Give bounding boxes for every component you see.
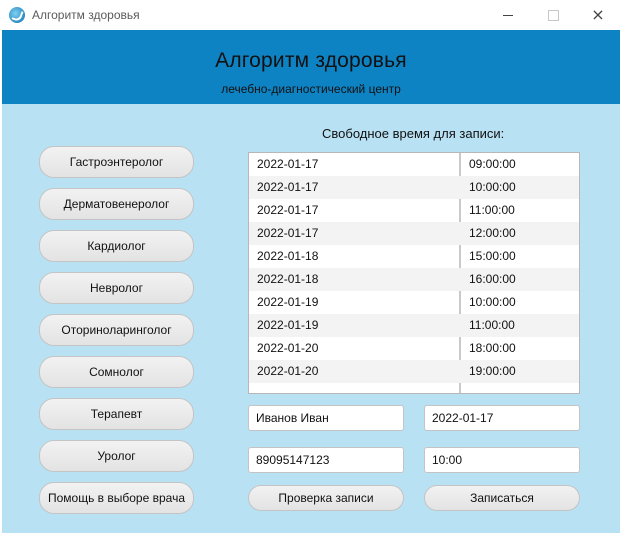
slot-time: 18:00:00 (469, 341, 516, 355)
slot-time: 11:00:00 (469, 318, 515, 332)
slot-date: 2022-01-18 (257, 272, 319, 286)
table-row[interactable]: 2022-01-19 10:00:00 (249, 291, 579, 314)
table-row[interactable]: 2022-01-18 16:00:00 (249, 268, 579, 291)
main-panel: Гастроэнтеролог Дерматовенеролог Кардиол… (2, 104, 620, 533)
close-button[interactable]: × (575, 0, 621, 30)
book-appointment-button[interactable]: Записаться (424, 485, 580, 511)
clinic-title: Алгоритм здоровья (215, 49, 407, 72)
close-icon: × (591, 5, 605, 24)
appointment-time-input[interactable] (424, 447, 580, 473)
app-logo-icon (9, 7, 25, 23)
table-row[interactable]: 2022-01-17 09:00:00 (249, 153, 579, 176)
doctor-button-neurologist[interactable]: Невролог (39, 272, 194, 304)
header-banner: Алгоритм здоровья лечебно-диагностически… (2, 30, 620, 104)
slot-time: 09:00:00 (469, 157, 516, 171)
slot-time: 10:00:00 (469, 295, 516, 309)
slot-time: 11:00:00 (469, 203, 515, 217)
window-title: Алгоритм здоровья (32, 8, 140, 22)
table-row[interactable]: 2022-01-19 11:00:00 (249, 314, 579, 337)
slot-date: 2022-01-20 (257, 341, 319, 355)
table-row[interactable]: 2022-01-17 11:00:00 (249, 199, 579, 222)
maximize-icon (547, 9, 559, 21)
doctor-button-therapist[interactable]: Терапевт (39, 398, 194, 430)
doctor-button-gastroenterologist[interactable]: Гастроэнтеролог (39, 146, 194, 178)
table-row[interactable]: 2022-01-18 15:00:00 (249, 245, 579, 268)
phone-input[interactable] (248, 447, 404, 473)
appointment-date-input[interactable] (424, 405, 580, 431)
slot-date: 2022-01-17 (257, 157, 319, 171)
doctor-button-somnologist[interactable]: Сомнолог (39, 356, 194, 388)
title-bar: Алгоритм здоровья × (0, 0, 622, 30)
table-row[interactable]: 2022-01-17 10:00:00 (249, 176, 579, 199)
slot-time: 19:00:00 (469, 364, 516, 378)
slot-date: 2022-01-19 (257, 318, 319, 332)
minimize-button[interactable] (485, 0, 531, 30)
table-row[interactable]: 2022-01-17 12:00:00 (249, 222, 579, 245)
table-row[interactable]: 2022-01-20 18:00:00 (249, 337, 579, 360)
doctor-button-otorhinolaryngologist[interactable]: Оториноларинголог (39, 314, 194, 346)
free-slots-table[interactable]: 2022-01-17 09:00:00 2022-01-17 10:00:00 … (248, 152, 580, 394)
doctor-help-button[interactable]: Помощь в выборе врача (39, 482, 194, 514)
doctor-button-urologist[interactable]: Уролог (39, 440, 194, 472)
app-window: Алгоритм здоровья × Алгоритм здоровья ле… (0, 0, 622, 535)
slot-date: 2022-01-18 (257, 249, 319, 263)
table-row[interactable]: 2022-01-20 19:00:00 (249, 360, 579, 383)
slot-time: 16:00:00 (469, 272, 516, 286)
slot-date: 2022-01-17 (257, 226, 319, 240)
slot-date: 2022-01-19 (257, 295, 319, 309)
doctor-button-dermatovenereologist[interactable]: Дерматовенеролог (39, 188, 194, 220)
slot-date: 2022-01-17 (257, 180, 319, 194)
clinic-subtitle: лечебно-диагностический центр (221, 82, 401, 96)
maximize-button[interactable] (530, 0, 576, 30)
check-appointment-button[interactable]: Проверка записи (248, 485, 404, 511)
slot-time: 10:00:00 (469, 180, 516, 194)
minimize-icon (503, 14, 513, 16)
slot-time: 15:00:00 (469, 249, 516, 263)
slot-date: 2022-01-17 (257, 203, 319, 217)
patient-name-input[interactable] (248, 405, 404, 431)
slot-date: 2022-01-20 (257, 364, 319, 378)
doctor-button-cardiologist[interactable]: Кардиолог (39, 230, 194, 262)
free-slots-label: Свободное время для записи: (322, 126, 505, 141)
slot-time: 12:00:00 (469, 226, 516, 240)
